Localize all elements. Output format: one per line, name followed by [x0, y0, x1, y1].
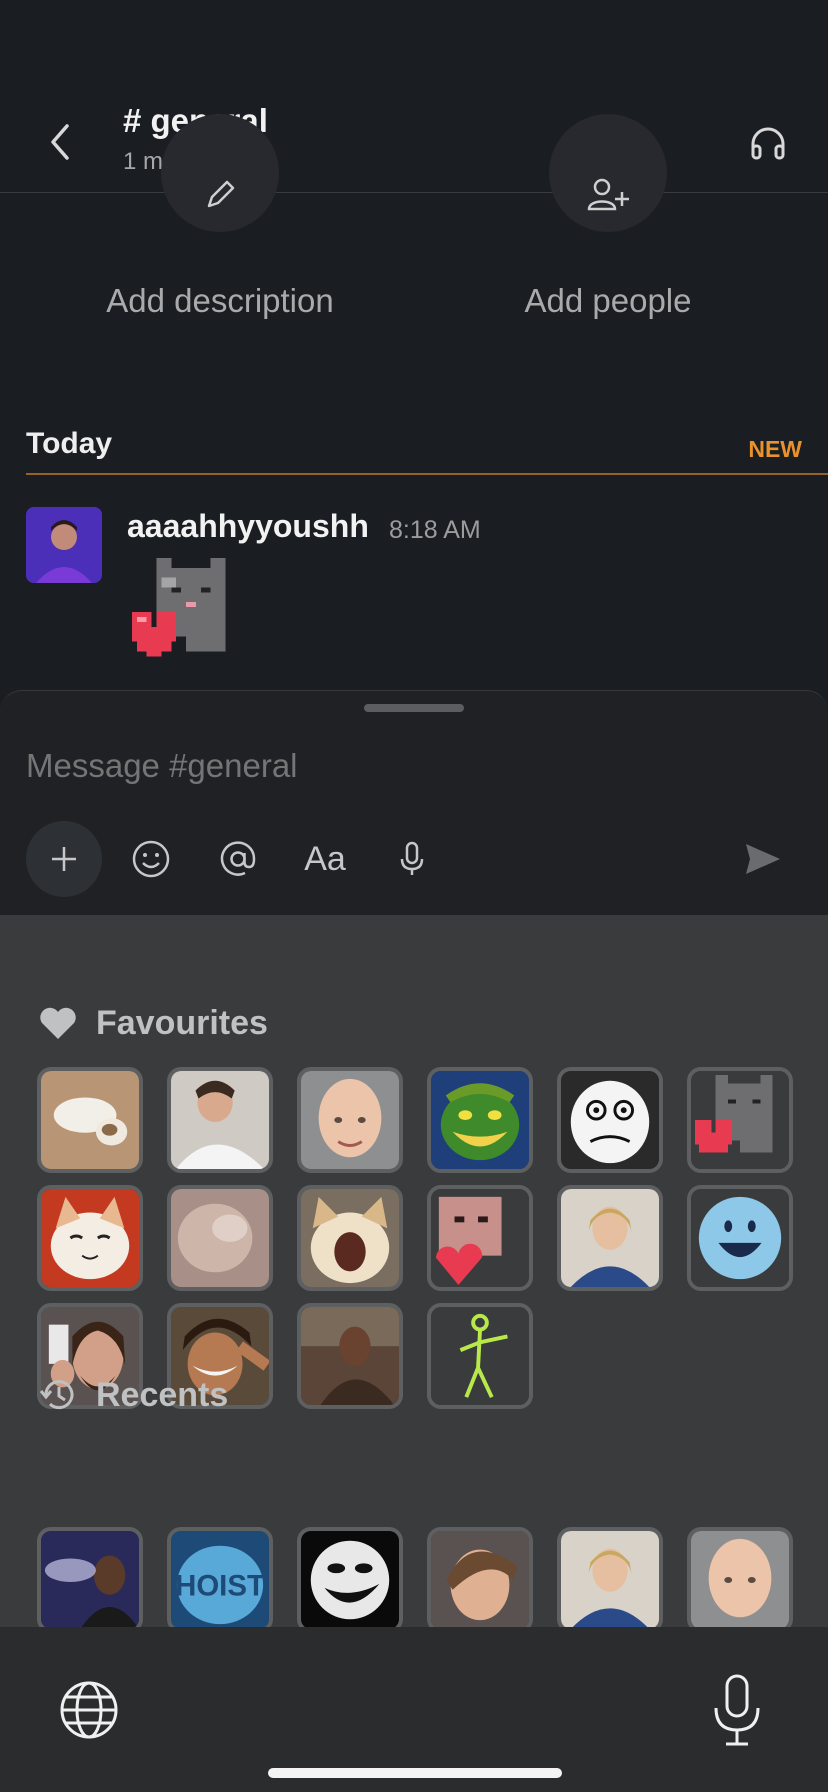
- blond-guy-icon: [561, 1189, 659, 1287]
- bald-guy-icon: [691, 1531, 789, 1629]
- home-indicator[interactable]: [268, 1768, 562, 1778]
- troll-face-icon: [301, 1531, 399, 1629]
- microphone-icon: [400, 841, 424, 875]
- emoji-tile-troll-face[interactable]: [297, 1527, 403, 1633]
- pencil-icon: [207, 180, 235, 208]
- emoji-tile-hoist-logo[interactable]: HOIST: [167, 1527, 273, 1633]
- composer-toolbar: Aa: [0, 821, 828, 901]
- sheet-grabber[interactable]: [364, 704, 464, 712]
- add-people-label: Add people: [524, 282, 692, 319]
- date-divider-label: Today: [26, 427, 113, 460]
- bald-guy-icon: [301, 1071, 399, 1169]
- meme-face-icon: [561, 1071, 659, 1169]
- voice-clip-button[interactable]: [374, 821, 450, 897]
- pixel-cat-heart-icon: [131, 557, 226, 657]
- format-button[interactable]: Aa: [287, 821, 363, 897]
- emoji-tile-guy-face[interactable]: [427, 1527, 533, 1633]
- back-button[interactable]: [38, 120, 82, 164]
- new-messages-badge: NEW: [748, 436, 802, 462]
- guy-couch-icon: [301, 1307, 399, 1405]
- emoji-tile-guy-couch[interactable]: [297, 1303, 403, 1409]
- pixel-cat-heart-icon: [691, 1071, 789, 1169]
- emoji-tile-pixel-cat-heart[interactable]: [687, 1067, 793, 1173]
- send-icon: [746, 844, 780, 874]
- emoji-tile-green-goblin[interactable]: [427, 1067, 533, 1173]
- message-composer: Aa: [0, 690, 828, 915]
- blurry-cat-icon: [171, 1189, 269, 1287]
- emoji-tile-pop-cat[interactable]: [297, 1185, 403, 1291]
- guy-shirt-icon: [171, 1071, 269, 1169]
- emoji-tile-blue-smiley[interactable]: [687, 1185, 793, 1291]
- heart-icon: [38, 1003, 78, 1043]
- plus-icon: [52, 847, 76, 871]
- add-description-button[interactable]: Add description: [30, 114, 410, 344]
- green-goblin-icon: [431, 1071, 529, 1169]
- chevron-left-icon: [51, 124, 69, 160]
- guy-face-icon: [431, 1531, 529, 1629]
- keyboard-bottom-bar: [0, 1627, 828, 1792]
- message-input[interactable]: [26, 747, 786, 785]
- message-timestamp: 8:18 AM: [389, 516, 481, 544]
- emoji-button[interactable]: [113, 821, 189, 897]
- guy-smoke-icon: [41, 1531, 139, 1629]
- at-sign-icon: [220, 841, 256, 876]
- pop-cat-icon: [301, 1189, 399, 1287]
- message-emoji[interactable]: [127, 553, 245, 671]
- huddle-button[interactable]: [744, 120, 792, 168]
- emoji-tile-blond-guy[interactable]: [557, 1185, 663, 1291]
- emoji-tile-meme-face[interactable]: [557, 1067, 663, 1173]
- add-people-button[interactable]: Add people: [418, 114, 798, 344]
- add-attachment-button[interactable]: [26, 821, 102, 897]
- emoji-tile-guy-smoke[interactable]: [37, 1527, 143, 1633]
- send-button[interactable]: [725, 821, 801, 897]
- intro-circle: [549, 114, 667, 232]
- recents-title: Recents: [96, 1375, 229, 1414]
- smiley-icon: [132, 840, 170, 878]
- microphone-icon: [714, 1674, 760, 1746]
- add-person-icon: [587, 178, 629, 211]
- add-description-label: Add description: [106, 282, 334, 319]
- message-author[interactable]: aaaahhyyoushh: [127, 508, 369, 545]
- avatar-image: [26, 507, 102, 583]
- cat-lying-icon: [41, 1071, 139, 1169]
- hoist-logo-icon: HOIST: [171, 1531, 269, 1629]
- channel-intro: Add description Add people: [0, 114, 828, 344]
- svg-text:HOIST: HOIST: [175, 1570, 265, 1603]
- emoji-tile-stick-figure[interactable]: [427, 1303, 533, 1409]
- emoji-tile-blond-guy-recent[interactable]: [557, 1527, 663, 1633]
- channel-header: # general 1 member: [0, 90, 828, 193]
- blond-guy-icon: [561, 1531, 659, 1629]
- stick-figure-icon: [431, 1307, 529, 1405]
- emoji-tile-cat-lying[interactable]: [37, 1067, 143, 1173]
- emoji-tile-blurry-cat[interactable]: [167, 1185, 273, 1291]
- emoji-tile-bald-guy[interactable]: [297, 1067, 403, 1173]
- globe-icon: [60, 1681, 118, 1739]
- emoji-tile-bald-guy-recent[interactable]: [687, 1527, 793, 1633]
- headphones-icon: [751, 127, 785, 160]
- dictation-button[interactable]: [708, 1672, 766, 1748]
- cat-smile-icon: [41, 1189, 139, 1287]
- intro-circle: [161, 114, 279, 232]
- new-messages-line: [26, 473, 828, 475]
- emoji-tile-guy-heart[interactable]: [427, 1185, 533, 1291]
- history-icon: [38, 1375, 78, 1415]
- emoji-tile-guy-shirt[interactable]: [167, 1067, 273, 1173]
- blue-smiley-icon: [691, 1189, 789, 1287]
- status-bar: [0, 0, 828, 90]
- favourites-header: Favourites: [38, 1003, 268, 1043]
- emoji-tile-cat-smile[interactable]: [37, 1185, 143, 1291]
- favourites-title: Favourites: [96, 1003, 268, 1042]
- mention-button[interactable]: [200, 821, 276, 897]
- keyboard-switch-button[interactable]: [56, 1677, 122, 1743]
- guy-heart-icon: [431, 1189, 529, 1287]
- recents-header: Recents: [38, 1375, 228, 1415]
- avatar[interactable]: [26, 507, 102, 583]
